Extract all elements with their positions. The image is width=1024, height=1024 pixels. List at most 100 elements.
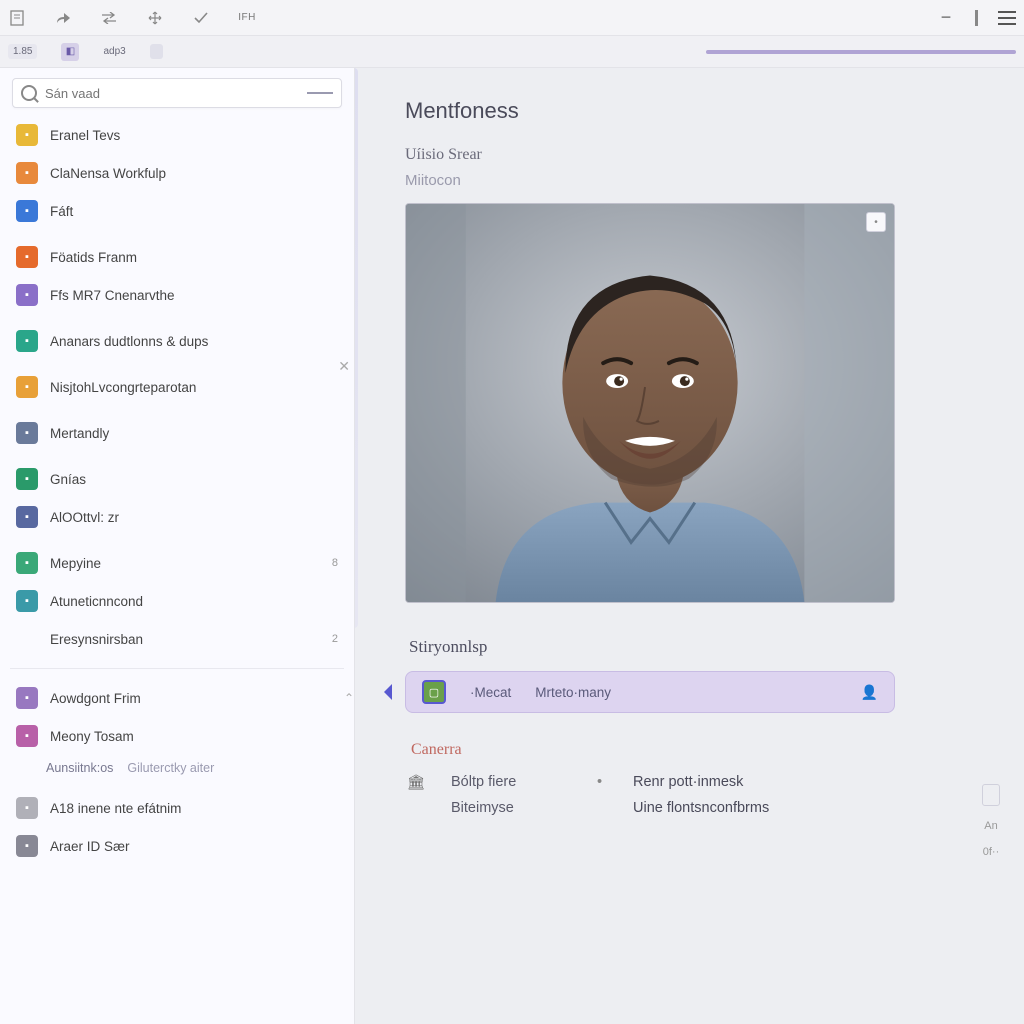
- grid-dot-1: •: [597, 774, 617, 790]
- sidebar-item-label: Eresynsnirsban: [50, 632, 143, 647]
- sidebar-item[interactable]: ▪ ClaNensa Workfulp: [10, 154, 344, 192]
- sidebar-sub-item[interactable]: Aunsiitnk:os Giluterctky aiter: [10, 755, 344, 781]
- sidebar-item-label: A18 inene nte efátnim: [50, 801, 181, 816]
- grid-val-2: Uine flontsnconfbrms: [633, 800, 984, 816]
- sidebar-item[interactable]: ▪ Gnías: [10, 460, 344, 498]
- sidebar-item-icon: ▪: [16, 330, 38, 352]
- search-input[interactable]: [45, 86, 301, 101]
- sidebar-item-icon: ▪: [16, 376, 38, 398]
- sub-label-a: Aunsiitnk:os: [46, 761, 113, 775]
- sidebar-item-label: Ffs MR7 Cnenarvthe: [50, 288, 175, 303]
- sidebar-item-label: Gnías: [50, 472, 86, 487]
- search-clear-icon[interactable]: [307, 92, 333, 94]
- action-bar-label-b: Mrteto·many: [535, 685, 611, 700]
- minimize-icon[interactable]: −: [937, 9, 955, 27]
- sidebar-item-icon: [16, 628, 38, 650]
- sidebar-item-icon: ▪: [16, 590, 38, 612]
- sidebar-item-icon: ▪: [16, 687, 38, 709]
- sidebar-item[interactable]: ▪Ffs MR7 Cnenarvthe: [10, 276, 344, 314]
- ribbon-bar: 1.85 ◧ adp3: [0, 36, 1024, 68]
- sidebar-item-icon: ▪: [16, 468, 38, 490]
- action-bar[interactable]: ▢ ·Mecat Mrteto·many 👤: [405, 671, 895, 713]
- sidebar-item[interactable]: ▪ AlOOttvl: zr: [10, 498, 344, 536]
- sidebar-item-icon: ▪: [16, 200, 38, 222]
- maximize-icon[interactable]: [975, 10, 978, 26]
- sidebar-item[interactable]: ▪Mertandly: [10, 414, 344, 452]
- ribbon-chip[interactable]: 1.85: [8, 44, 37, 59]
- check-icon[interactable]: [192, 9, 210, 27]
- ribbon-accent-bar: [706, 50, 1016, 54]
- sidebar-item-label: Aowdgont Frim: [50, 691, 141, 706]
- sidebar-item[interactable]: ▪ Araer ID Sær: [10, 827, 344, 865]
- search-icon: [21, 85, 37, 101]
- menu-icon[interactable]: [998, 11, 1016, 25]
- sidebar-item-label: Araer ID Sær: [50, 839, 130, 854]
- sidebar-item-label: AlOOttvl: zr: [50, 510, 119, 525]
- sidebar-item[interactable]: ▪ Ananars dudtlonns & dups: [10, 322, 344, 360]
- sidebar-item-icon: ▪: [16, 506, 38, 528]
- sidebar-item-icon: ▪: [16, 552, 38, 574]
- sidebar-item[interactable]: ▪Fáft: [10, 192, 344, 230]
- sidebar-item-label: NisjtohLvcongrteparotan: [50, 380, 196, 395]
- sidebar-item-label: ClaNensa Workfulp: [50, 166, 166, 181]
- ribbon-chip-2[interactable]: [150, 44, 163, 59]
- sidebar-item[interactable]: ▪ Föatids Franm: [10, 238, 344, 276]
- action-bar-icon: ▢: [422, 680, 446, 704]
- float-label-a: An: [984, 820, 997, 832]
- right-float-controls: An 0f··: [982, 784, 1000, 858]
- sidebar-item-label: Mertandly: [50, 426, 109, 441]
- sidebar-item[interactable]: ▪ Eranel Tevs: [10, 116, 344, 154]
- doc-icon[interactable]: [8, 9, 26, 27]
- sidebar-item-icon: ▪: [16, 725, 38, 747]
- profile-name: Uíisio Srear: [405, 146, 984, 164]
- sidebar-item[interactable]: ▪ Atuneticnncond: [10, 582, 344, 620]
- swap-icon[interactable]: [100, 9, 118, 27]
- sidebar-item-icon: ▪: [16, 162, 38, 184]
- float-label-b: 0f··: [983, 846, 1000, 858]
- grid-key-1: Bóltp fiere: [451, 774, 581, 790]
- sidebar-item-icon: ▪: [16, 797, 38, 819]
- sidebar-item-label: Föatids Franm: [50, 250, 137, 265]
- search-box[interactable]: [12, 78, 342, 108]
- sidebar-item-label: Mepyine: [50, 556, 101, 571]
- content-pane: Mentfoness Uíisio Srear Miitocon •: [355, 68, 1024, 1024]
- chevron-icon[interactable]: ⌃: [344, 691, 354, 705]
- sidebar-item-label: Meony Tosam: [50, 729, 134, 744]
- sidebar-item-label: Ananars dudtlonns & dups: [50, 334, 208, 349]
- sidebar-item[interactable]: ▪ NisjtohLvcongrteparotan: [10, 368, 344, 406]
- action-bar-user-icon[interactable]: 👤: [861, 684, 878, 701]
- grid-val-1: Renr pott·inmesk: [633, 774, 984, 790]
- grid-icon-1: 🏛: [407, 773, 425, 791]
- sidebar-item-icon: ▪: [16, 124, 38, 146]
- ribbon-people-icon[interactable]: ◧: [61, 43, 79, 61]
- grid-icon-2: [407, 799, 425, 817]
- sidebar-item[interactable]: ▪ Meony Tosam: [10, 717, 344, 755]
- action-bar-label-a: ·Mecat: [470, 685, 511, 700]
- sidebar: ▪Eranel Tevs▪ClaNensa Workfulp▪Fáft▪Föat…: [0, 68, 355, 1024]
- camera-heading: Canerra: [411, 741, 984, 759]
- title-toolbar: IFH −: [0, 0, 1024, 36]
- page-title: Mentfoness: [405, 98, 984, 124]
- sub-label-b: Giluterctky aiter: [127, 761, 214, 775]
- ribbon-label: adp3: [103, 46, 125, 57]
- profile-image: •: [405, 203, 895, 603]
- sidebar-item[interactable]: ▪Aowdgont Frim⌃: [10, 679, 344, 717]
- sidebar-item[interactable]: ▪ Mepyine 8: [10, 544, 344, 582]
- sidebar-item[interactable]: ▪ A18 inene nte efátnim: [10, 789, 344, 827]
- sidebar-item-badge: 8: [332, 557, 338, 569]
- info-grid: 🏛 Bóltp fiere • Renr pott·inmesk Biteimy…: [407, 773, 984, 817]
- share-icon[interactable]: [54, 9, 72, 27]
- move-icon[interactable]: [146, 9, 164, 27]
- profile-role: Miitocon: [405, 172, 984, 189]
- grid-key-2: Biteimyse: [451, 800, 581, 816]
- float-box[interactable]: [982, 784, 1000, 806]
- sidebar-item-label: Atuneticnncond: [50, 594, 143, 609]
- image-options-button[interactable]: •: [866, 212, 886, 232]
- content-tab-indicator: [355, 68, 358, 628]
- sidebar-item-icon: ▪: [16, 835, 38, 857]
- sidebar-item-icon: ▪: [16, 246, 38, 268]
- code-indicator: IFH: [238, 9, 256, 27]
- sidebar-item-label: Eranel Tevs: [50, 128, 120, 143]
- section-heading: Stiryonnlsp: [409, 637, 984, 657]
- sidebar-item[interactable]: Eresynsnirsban2: [10, 620, 344, 658]
